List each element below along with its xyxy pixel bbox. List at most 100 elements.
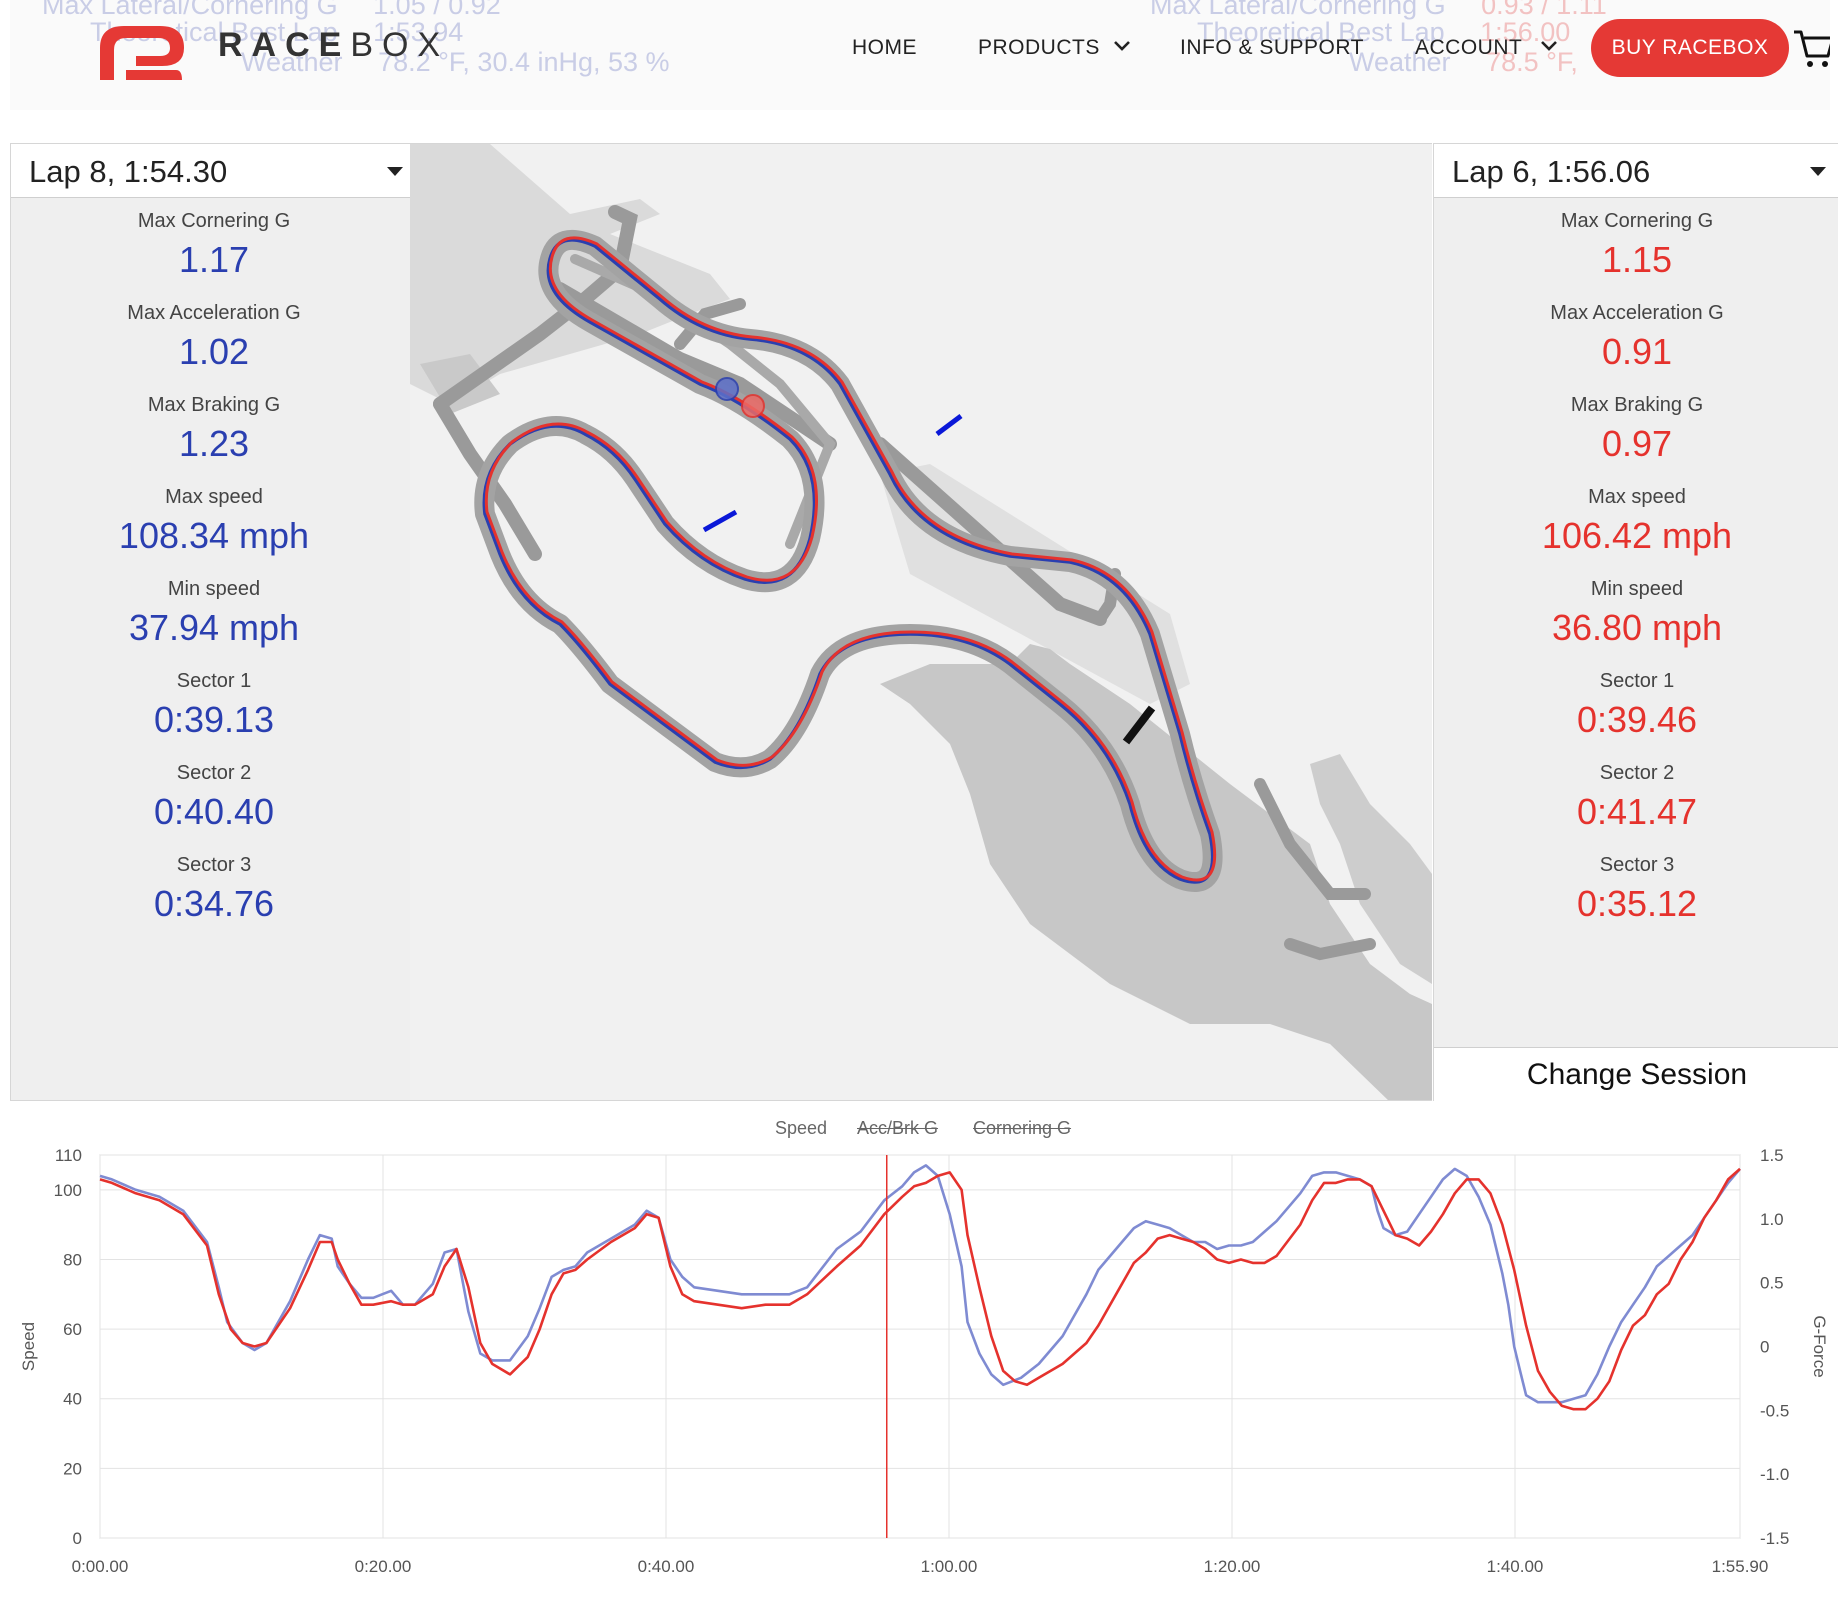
lap-a-stat-value: 0:34.76 [153, 883, 275, 924]
lap-a-stat-value: 1.02 [178, 331, 250, 372]
lap-a-stat-label: Max Braking G [147, 394, 281, 416]
nav-home[interactable]: HOME [852, 36, 917, 60]
plot-frame [99, 1154, 1741, 1539]
chart-grid [99, 1154, 1741, 1539]
lap-a-stat: Sector 2 0:40.40 [11, 760, 417, 838]
lap-a-stat: Max Cornering G 1.17 [11, 208, 417, 286]
chart-labels: 0 20 40 60 80 100 110 -1.5 -1.0 -0.5 0 0.5 1.0 1.5 0:0… [19, 1146, 1829, 1576]
chart-series [99, 1155, 1741, 1538]
lap-a-stat-value: 0:40.40 [153, 791, 275, 832]
lap-b-panel: Lap 6, 1:56.06 Max Cornering G 1.15 Max Ac… [1433, 143, 1838, 1102]
x-tick-label: 0:00.00 [72, 1557, 129, 1576]
lap-a-panel: Lap 8, 1:54.30 Max Cornering G 1.17 Max Ac… [10, 143, 418, 1101]
y-tick-label: 40 [63, 1390, 82, 1409]
x-tick-label: 0:40.00 [638, 1557, 695, 1576]
lap-b-stat: Sector 1 0:39.46 [1434, 668, 1838, 746]
lap-b-stat: Sector 2 0:41.47 [1434, 760, 1838, 838]
nav-account[interactable]: ACCOUNT [1415, 36, 1522, 60]
y-tick-label: 110 [55, 1146, 82, 1165]
track-map[interactable] [410, 143, 1432, 1101]
lap-a-selector[interactable]: Lap 8, 1:54.30 [11, 144, 417, 198]
y2-tick-label: -1.5 [1760, 1529, 1789, 1548]
lap-a-stat-label: Sector 3 [176, 854, 252, 876]
track-map-svg[interactable] [410, 144, 1432, 1101]
x-tick-label: 1:55.90 [1712, 1557, 1769, 1576]
lap-b-stat: Min speed 36.80 mph [1434, 576, 1838, 654]
lap-b-position-dot [741, 394, 765, 418]
lap-b-stat-label: Max speed [1588, 486, 1686, 508]
nav-info-support[interactable]: INFO & SUPPORT [1180, 36, 1364, 60]
lap-a-stat-label: Max Acceleration G [127, 302, 301, 324]
telemetry-chart[interactable]: 0 20 40 60 80 100 110 -1.5 -1.0 -0.5 0 0.5 1.0 1.5 0:0… [0, 1105, 1838, 1600]
lap-a-stat-value: 1.23 [178, 423, 250, 464]
lap-a-stat-value: 37.94 mph [128, 607, 300, 648]
y-tick-label: 100 [54, 1181, 82, 1200]
lap-a-stat-label: Max speed [165, 486, 263, 508]
y-tick-label: 60 [63, 1320, 82, 1339]
y2-tick-label: -1.0 [1760, 1465, 1789, 1484]
y-axis-label: Speed [19, 1322, 38, 1371]
lap-b-stat-value: 0.91 [1601, 331, 1673, 372]
y2-tick-label: 0.5 [1760, 1274, 1784, 1293]
lap-b-label: Lap 6, 1:56.06 [1452, 154, 1651, 189]
y-tick-label: 0 [73, 1529, 82, 1548]
chevron-down-icon[interactable] [1110, 34, 1134, 58]
y-tick-label: 80 [63, 1250, 82, 1269]
lap-a-stat-value: 108.34 mph [118, 515, 310, 556]
buy-racebox-button[interactable]: BUY RACEBOX [1591, 19, 1789, 77]
lap-b-selector[interactable]: Lap 6, 1:56.06 [1434, 144, 1838, 198]
lap-b-stat-label: Sector 2 [1599, 762, 1675, 784]
logo-wordmark[interactable]: RACEBOX [218, 26, 449, 65]
lap-a-stat-value: 0:39.13 [153, 699, 275, 740]
y2-tick-label: -0.5 [1760, 1401, 1789, 1420]
lap-b-stat: Max Acceleration G 0.91 [1434, 300, 1838, 378]
y-tick-label: 20 [63, 1459, 82, 1478]
sector-marker-2 [702, 509, 738, 533]
y2-tick-label: 1.5 [1760, 1146, 1784, 1165]
lap-a-stat: Max Acceleration G 1.02 [11, 300, 417, 378]
caret-down-icon[interactable] [1810, 167, 1826, 176]
lap-b-stat: Max Braking G 0.97 [1434, 392, 1838, 470]
lap-b-stat-label: Sector 3 [1599, 854, 1675, 876]
lap-b-stat-value: 0:39.46 [1576, 699, 1698, 740]
x-tick-label: 1:20.00 [1204, 1557, 1261, 1576]
x-tick-label: 1:40.00 [1487, 1557, 1544, 1576]
lap-a-stat: Max Braking G 1.23 [11, 392, 417, 470]
lap-b-stat-label: Max Cornering G [1560, 210, 1714, 232]
change-session-button[interactable]: Change Session [1434, 1047, 1838, 1102]
sector-marker-1 [935, 414, 963, 436]
lap-a-stat: Max speed 108.34 mph [11, 484, 417, 562]
lap-a-stat: Min speed 37.94 mph [11, 576, 417, 654]
caret-down-icon[interactable] [387, 167, 403, 176]
nav-products[interactable]: PRODUCTS [978, 36, 1100, 60]
lap-b-stat: Sector 3 0:35.12 [1434, 852, 1838, 930]
lap-b-stat-value: 106.42 mph [1541, 515, 1733, 556]
lap-a-label: Lap 8, 1:54.30 [29, 154, 228, 189]
lap-b-stat-value: 1.15 [1601, 239, 1673, 280]
lap-a-position-dot [715, 377, 739, 401]
lap-b-stat: Max Cornering G 1.15 [1434, 208, 1838, 286]
lap-a-stat: Sector 1 0:39.13 [11, 668, 417, 746]
cart-icon[interactable] [1792, 26, 1830, 70]
lap-a-stat-label: Sector 2 [176, 762, 252, 784]
lap-b-stat-label: Min speed [1590, 578, 1684, 600]
x-tick-label: 0:20.00 [355, 1557, 412, 1576]
logo-mark[interactable] [96, 22, 188, 82]
x-tick-label: 1:00.00 [921, 1557, 978, 1576]
y2-tick-label: 0 [1760, 1338, 1769, 1357]
y2-axis-label: G-Force [1810, 1315, 1829, 1377]
lap-a-stat-value: 1.17 [178, 239, 250, 280]
lap-b-stat-value: 0.97 [1601, 423, 1673, 464]
lap-b-stat: Max speed 106.42 mph [1434, 484, 1838, 562]
y2-tick-label: 1.0 [1760, 1210, 1784, 1229]
lap-a-stat-label: Max Cornering G [137, 210, 291, 232]
lap-b-stat-value: 0:41.47 [1576, 791, 1698, 832]
lap-b-stat-label: Max Acceleration G [1550, 302, 1724, 324]
series-line-lap-b [99, 1167, 1741, 1411]
lap-a-stat-label: Min speed [167, 578, 261, 600]
lap-b-stat-label: Sector 1 [1599, 670, 1675, 692]
site-header: Max Lateral/Cornering G 1.05 / 0.92 Theo… [10, 0, 1830, 110]
chevron-down-icon[interactable] [1537, 34, 1561, 58]
lap-b-stat-value: 0:35.12 [1576, 883, 1698, 924]
lap-b-stat-label: Max Braking G [1570, 394, 1704, 416]
